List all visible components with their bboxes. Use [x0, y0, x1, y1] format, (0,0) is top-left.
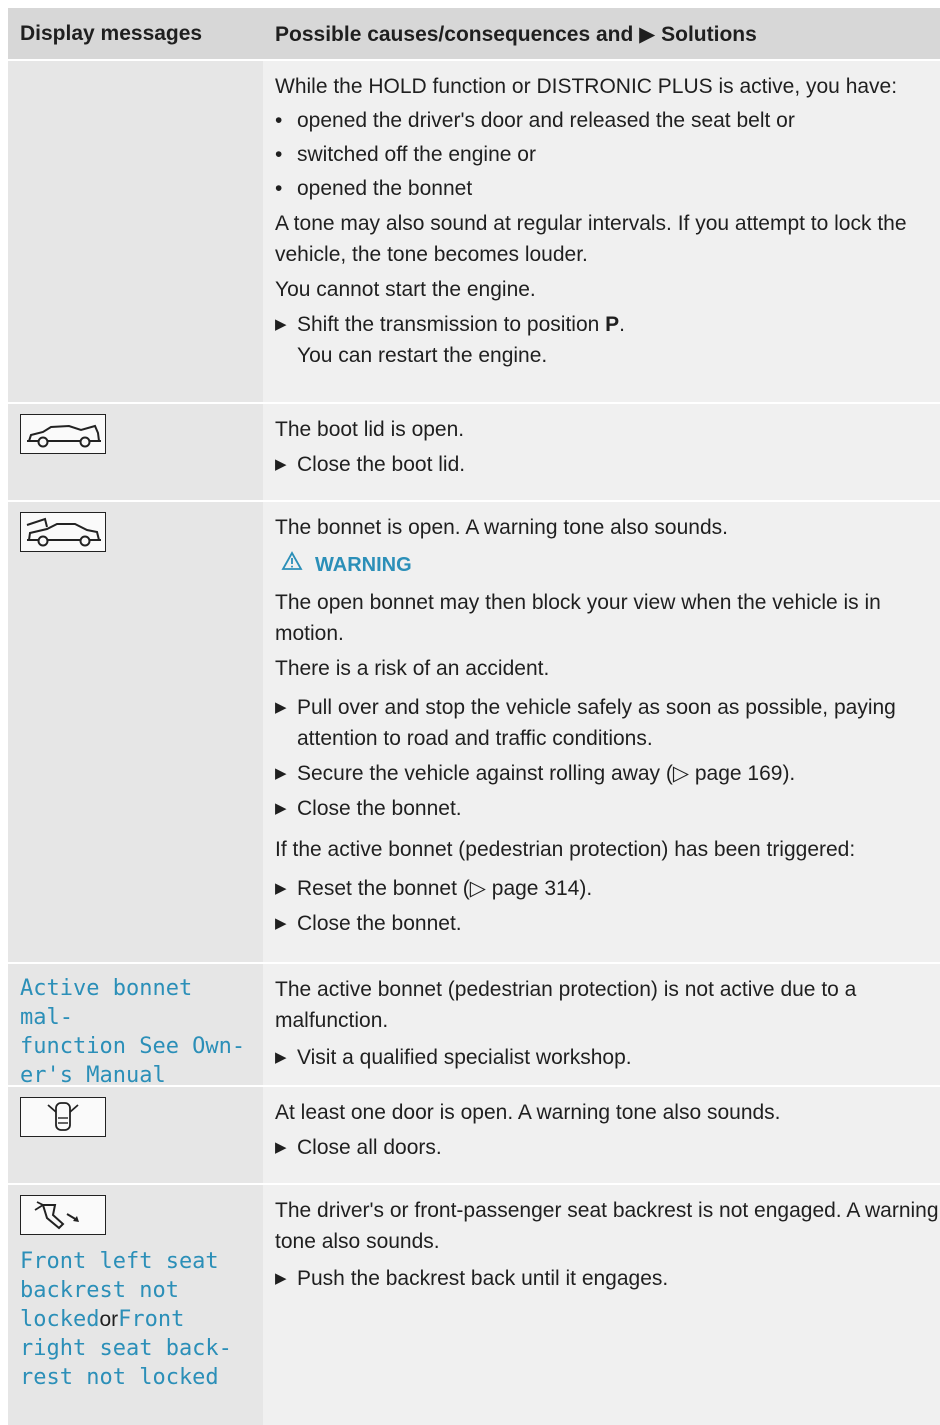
bullet-icon: • [275, 109, 283, 132]
warning-text: The open bonnet may then block your view… [275, 591, 881, 645]
step-arrow-icon: ▶ [275, 800, 287, 817]
table-header: Display messages Possible causes/consequ… [8, 8, 940, 61]
solution-step: ▶ Visit a qualified specialist workshop. [275, 1042, 940, 1073]
step-arrow-icon: ▶ [275, 316, 287, 333]
message-cell [8, 502, 263, 962]
table-row: The bonnet is open. A warning tone also … [8, 502, 940, 964]
bullet-icon: • [275, 177, 283, 200]
row1-intro: While the HOLD function or DISTRONIC PLU… [275, 75, 898, 98]
row3-text: The bonnet is open. A warning tone also … [275, 516, 728, 539]
step-arrow-icon: ▶ [275, 1270, 287, 1287]
list-item: • opened the bonnet [275, 173, 940, 204]
message-cell [8, 61, 263, 402]
list-item: • opened the driver's door and released t… [275, 105, 940, 136]
solution-cell: The bonnet is open. A warning tone also … [263, 502, 940, 962]
warning-heading: WARNING [275, 549, 940, 581]
solution-step: ▶ Close all doors. [275, 1132, 940, 1163]
display-messages-table: Display messages Possible causes/consequ… [8, 8, 940, 1425]
solution-cell: The boot lid is open. ▶ Close the boot li… [263, 404, 940, 500]
message-cell: Front left seat backrest not lockedorFro… [8, 1185, 263, 1425]
solution-cell: The active bonnet (pedestrian protection… [263, 964, 940, 1085]
solution-step: ▶ Secure the vehicle against rolling away… [275, 758, 940, 789]
table-row: While the HOLD function or DISTRONIC PLU… [8, 61, 940, 404]
display-message-text: Active bonnet mal- function See Own- er'… [20, 976, 246, 1088]
solution-step: ▶ Close the bonnet. [275, 908, 940, 939]
solution-step: ▶ Pull over and stop the vehicle safely a… [275, 692, 940, 754]
row2-text: The boot lid is open. [275, 418, 465, 441]
table-row: The boot lid is open. ▶ Close the boot li… [8, 404, 940, 502]
solution-cell: The driver's or front-passenger seat bac… [263, 1185, 940, 1425]
active-bonnet-text: If the active bonnet (pedestrian protect… [275, 838, 856, 861]
solution-cell: While the HOLD function or DISTRONIC PLU… [263, 61, 940, 402]
step-arrow-icon: ▶ [275, 1049, 287, 1066]
row6-text: The driver's or front-passenger seat bac… [275, 1199, 939, 1253]
row5-text: At least one door is open. A warning ton… [275, 1101, 781, 1124]
row1-nostart-text: You cannot start the engine. [275, 278, 536, 301]
table-row: Front left seat backrest not lockedorFro… [8, 1185, 940, 1425]
door-open-icon [20, 1097, 106, 1137]
step-arrow-icon: ▶ [275, 1139, 287, 1156]
bonnet-open-icon [20, 512, 106, 552]
boot-lid-open-icon [20, 414, 106, 454]
step-arrow-icon: ▶ [275, 456, 287, 473]
solution-step: ▶ Close the boot lid. [275, 449, 940, 480]
step-arrow-icon: ▶ [275, 699, 287, 716]
message-cell: Active bonnet mal- function See Own- er'… [8, 964, 263, 1088]
table-row: Active bonnet mal- function See Own- er'… [8, 964, 940, 1088]
solution-step: ▶ Close the bonnet. [275, 793, 940, 824]
solution-step: ▶ Shift the transmission to position P. Y… [275, 309, 940, 371]
row1-tone-text: A tone may also sound at regular interva… [275, 212, 907, 266]
row4-text: The active bonnet (pedestrian protection… [275, 978, 857, 1032]
warning-triangle-icon [281, 549, 303, 581]
table-row: At least one door is open. A warning ton… [8, 1087, 940, 1185]
solution-cell: At least one door is open. A warning ton… [263, 1087, 940, 1183]
header-display-messages: Display messages [8, 8, 263, 59]
list-item: • switched off the engine or [275, 139, 940, 170]
step-arrow-icon: ▶ [275, 880, 287, 897]
solution-step: ▶ Reset the bonnet (▷ page 314). [275, 873, 940, 904]
seat-backrest-icon [20, 1195, 106, 1235]
message-cell [8, 404, 263, 500]
bullet-icon: • [275, 143, 283, 166]
header-causes-solutions: Possible causes/consequences and ▶ Solut… [263, 8, 940, 59]
solution-step: ▶ Push the backrest back until it engages… [275, 1263, 940, 1294]
display-message-text: Front left seat backrest not lockedorFro… [20, 1249, 232, 1390]
risk-text: There is a risk of an accident. [275, 657, 550, 680]
message-cell [8, 1087, 263, 1183]
step-arrow-icon: ▶ [275, 915, 287, 932]
step-arrow-icon: ▶ [275, 765, 287, 782]
